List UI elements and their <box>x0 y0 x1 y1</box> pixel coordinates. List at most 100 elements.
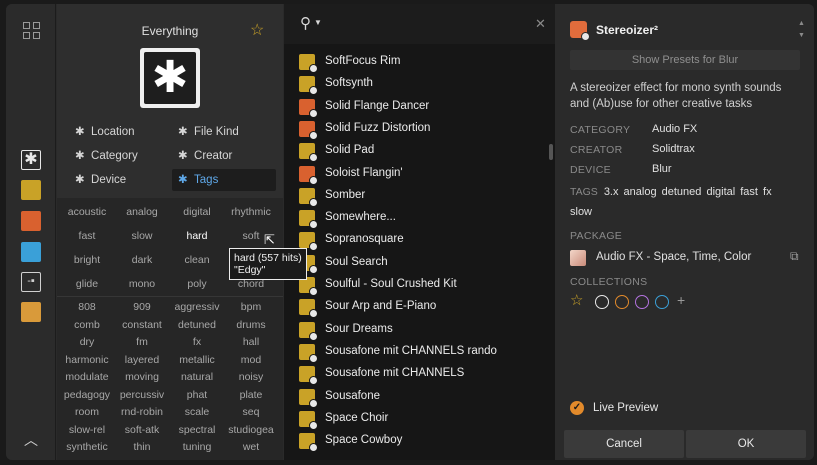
tag-seq[interactable]: seq <box>223 406 279 418</box>
tag-808[interactable]: 808 <box>59 301 115 313</box>
tag-thin[interactable]: thin <box>114 441 170 453</box>
tag-rhythmic[interactable]: rhythmic <box>223 206 279 218</box>
scroll-arrows-icon[interactable]: ▲ ▼ <box>798 18 805 42</box>
result-item[interactable]: Space Choir <box>284 409 548 431</box>
tag-pedagogy[interactable]: pedagogy <box>59 389 115 401</box>
collapse-up-icon[interactable]: ︿ <box>23 432 39 448</box>
result-item[interactable]: Somber <box>284 186 548 208</box>
add-collection-icon[interactable]: + <box>677 292 685 308</box>
live-preview-checkbox[interactable]: ✓ <box>570 401 584 415</box>
tag-mod[interactable]: mod <box>223 354 279 366</box>
tag-bright[interactable]: bright <box>59 254 115 266</box>
tag-acoustic[interactable]: acoustic <box>59 206 115 218</box>
tag-comb[interactable]: comb <box>59 319 115 331</box>
result-item[interactable]: Somewhere... <box>284 208 548 230</box>
tags-value[interactable]: 3.x analog detuned digital fast fx slow <box>570 186 772 218</box>
collection-purple[interactable] <box>635 295 649 309</box>
tag-moving[interactable]: moving <box>114 371 170 383</box>
close-icon[interactable]: ✕ <box>535 16 546 32</box>
result-item[interactable]: Space Cowboy <box>284 431 548 453</box>
tag-hall[interactable]: hall <box>223 336 279 348</box>
tag-dark[interactable]: dark <box>114 254 170 266</box>
collection-blue[interactable] <box>655 295 669 309</box>
result-item[interactable]: Solid Pad <box>284 141 548 163</box>
creator-value[interactable]: Solidtrax <box>652 143 695 155</box>
result-item[interactable]: Sousafone mit CHANNELS rando <box>284 342 548 364</box>
note-fx-icon[interactable] <box>21 242 41 262</box>
instrument-icon[interactable] <box>21 180 41 200</box>
tag-phat[interactable]: phat <box>169 389 225 401</box>
tag-room[interactable]: room <box>59 406 115 418</box>
filter-creator[interactable]: ✱ Creator <box>172 145 276 167</box>
grid-view-icon[interactable] <box>23 22 41 40</box>
filter-category[interactable]: ✱ Category <box>69 145 169 167</box>
result-item[interactable]: Sour Arp and E-Piano <box>284 297 548 319</box>
tag-slow-rel[interactable]: slow-rel <box>59 424 115 436</box>
tag-modulate[interactable]: modulate <box>59 371 115 383</box>
result-item[interactable]: Soulful - Soul Crushed Kit <box>284 275 548 297</box>
external-link-icon[interactable]: ⧉ <box>790 249 799 264</box>
tag-natural[interactable]: natural <box>169 371 225 383</box>
tag-metallic[interactable]: metallic <box>169 354 225 366</box>
tag-noisy[interactable]: noisy <box>223 371 279 383</box>
result-item[interactable]: Sousafone mit CHANNELS <box>284 364 548 386</box>
tag-harmonic[interactable]: harmonic <box>59 354 115 366</box>
tag-rnd-robin[interactable]: rnd-robin <box>114 406 170 418</box>
tag-909[interactable]: 909 <box>114 301 170 313</box>
tag-drums[interactable]: drums <box>223 319 279 331</box>
tag-fast[interactable]: fast <box>59 230 115 242</box>
collection-white[interactable] <box>595 295 609 309</box>
user-icon[interactable] <box>21 302 41 322</box>
tag-layered[interactable]: layered <box>114 354 170 366</box>
ok-button[interactable]: OK <box>686 430 806 458</box>
tag-scale[interactable]: scale <box>169 406 225 418</box>
result-item[interactable]: Sour Dreams <box>284 320 548 342</box>
tag-clean[interactable]: clean <box>169 254 225 266</box>
live-preview-label[interactable]: Live Preview <box>593 402 658 414</box>
device-value[interactable]: Blur <box>652 163 672 175</box>
tag-fm[interactable]: fm <box>114 336 170 348</box>
tag-mono[interactable]: mono <box>114 278 170 290</box>
result-item[interactable]: Soloist Flangin' <box>284 164 548 186</box>
filter-device[interactable]: ✱ Device <box>69 169 169 191</box>
tag-aggressiv[interactable]: aggressiv <box>169 301 225 313</box>
category-value[interactable]: Audio FX <box>652 123 697 135</box>
tag-soft-atk[interactable]: soft-atk <box>114 424 170 436</box>
result-item[interactable]: Sopranosquare <box>284 230 548 252</box>
result-item[interactable]: Soul Search <box>284 253 548 275</box>
tag-spectral[interactable]: spectral <box>169 424 225 436</box>
scrollbar[interactable] <box>549 144 553 160</box>
filter-location[interactable]: ✱ Location <box>69 121 169 143</box>
tag-hard[interactable]: hard <box>169 230 225 242</box>
tag-slow[interactable]: slow <box>114 230 170 242</box>
filter-file-kind[interactable]: ✱ File Kind <box>172 121 276 143</box>
tag-poly[interactable]: poly <box>169 278 225 290</box>
tag-glide[interactable]: glide <box>59 278 115 290</box>
favorite-star-icon[interactable]: ☆ <box>250 20 264 40</box>
audio-fx-icon[interactable] <box>21 211 41 231</box>
plugin-device-icon[interactable]: ✱ <box>21 150 41 170</box>
tag-synthetic[interactable]: synthetic <box>59 441 115 453</box>
filter-tags[interactable]: ✱ Tags <box>172 169 276 191</box>
cancel-button[interactable]: Cancel <box>564 430 684 458</box>
result-item[interactable]: Sousafone <box>284 387 548 409</box>
tag-digital[interactable]: digital <box>169 206 225 218</box>
tag-constant[interactable]: constant <box>114 319 170 331</box>
tag-plate[interactable]: plate <box>223 389 279 401</box>
search-bar[interactable]: ⚲ ▼ ✕ <box>284 4 555 44</box>
container-icon[interactable]: -▪ <box>21 272 41 292</box>
result-item[interactable]: Softsynth <box>284 74 548 96</box>
collection-orange[interactable] <box>615 295 629 309</box>
tag-wet[interactable]: wet <box>223 441 279 453</box>
tag-bpm[interactable]: bpm <box>223 301 279 313</box>
tag-studiogea[interactable]: studiogea <box>223 424 279 436</box>
collection-star-icon[interactable]: ☆ <box>570 291 583 309</box>
tag-tuning[interactable]: tuning <box>169 441 225 453</box>
result-item[interactable]: Solid Fuzz Distortion <box>284 119 548 141</box>
tag-dry[interactable]: dry <box>59 336 115 348</box>
result-item[interactable]: SoftFocus Rim <box>284 52 548 74</box>
show-presets-button[interactable]: Show Presets for Blur <box>570 50 800 70</box>
tag-percussiv[interactable]: percussiv <box>114 389 170 401</box>
result-item[interactable]: Solid Flange Dancer <box>284 97 548 119</box>
tag-analog[interactable]: analog <box>114 206 170 218</box>
